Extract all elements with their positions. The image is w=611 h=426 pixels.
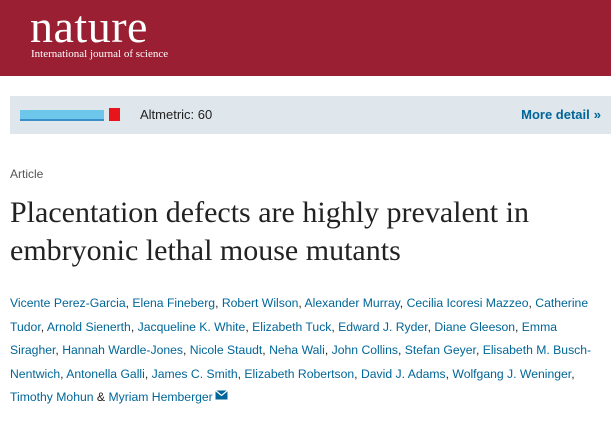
author-separator: , xyxy=(144,366,152,381)
more-detail-link[interactable]: More detail» xyxy=(521,106,601,123)
author-link[interactable]: Elena Fineberg xyxy=(132,296,215,310)
author-link[interactable]: Diane Gleeson xyxy=(434,320,515,334)
altmetric-badge-blue xyxy=(20,110,104,121)
author-link[interactable]: John Collins xyxy=(332,343,398,357)
author-link[interactable]: Hannah Wardle-Jones xyxy=(62,343,183,357)
author-link[interactable]: Elizabeth Tuck xyxy=(252,320,331,334)
mail-icon[interactable] xyxy=(214,390,228,400)
author-separator: , xyxy=(571,366,575,381)
author-separator: & xyxy=(93,390,109,405)
author-link[interactable]: David J. Adams xyxy=(361,367,446,381)
author-separator: , xyxy=(130,319,138,334)
author-link[interactable]: Neha Wali xyxy=(269,343,325,357)
author-list: Vicente Perez-Garcia, Elena Fineberg, Ro… xyxy=(10,292,606,410)
site-header: nature International journal of science xyxy=(0,0,611,76)
author-separator: , xyxy=(475,343,483,358)
author-separator: , xyxy=(398,343,405,358)
altmetric-badge-red xyxy=(109,108,120,121)
author-link[interactable]: Timothy Mohun xyxy=(10,390,94,404)
author-link[interactable]: Antonella Galli xyxy=(66,367,145,381)
altmetric-bar: Altmetric: 60 More detail» xyxy=(10,96,611,134)
altmetric-score: Altmetric: 60 xyxy=(140,107,213,122)
author-separator: , xyxy=(324,343,332,358)
author-link[interactable]: Myriam Hemberger xyxy=(108,390,212,404)
more-detail-label: More detail xyxy=(521,107,590,122)
author-separator: , xyxy=(354,366,361,381)
author-link[interactable]: Wolfgang J. Weninger xyxy=(452,367,571,381)
article-title: Placentation defects are highly prevalen… xyxy=(10,196,529,267)
author-link[interactable]: Cecilia Icoresi Mazzeo xyxy=(407,296,529,310)
author-separator: , xyxy=(515,319,522,334)
author-link[interactable]: Alexander Murray xyxy=(305,296,400,310)
nature-logo[interactable]: nature xyxy=(30,2,148,52)
author-link[interactable]: Edward J. Ryder xyxy=(338,320,427,334)
author-link[interactable]: Vicente Perez-Garcia xyxy=(10,296,126,310)
author-link[interactable]: Elizabeth Robertson xyxy=(244,367,354,381)
author-link[interactable]: James C. Smith xyxy=(152,367,238,381)
author-link[interactable]: Arnold Sienerth xyxy=(47,320,131,334)
author-link[interactable]: Stefan Geyer xyxy=(405,343,476,357)
author-separator: , xyxy=(183,343,190,358)
article-type: Article xyxy=(10,167,44,181)
author-link[interactable]: Robert Wilson xyxy=(222,296,299,310)
logo-subtitle: International journal of science xyxy=(31,48,169,60)
chevron-right-icon: » xyxy=(593,107,601,122)
author-link[interactable]: Jacqueline K. White xyxy=(138,320,246,334)
author-separator: , xyxy=(215,296,222,310)
author-separator: , xyxy=(399,296,407,310)
author-link[interactable]: Nicole Staudt xyxy=(190,343,263,357)
